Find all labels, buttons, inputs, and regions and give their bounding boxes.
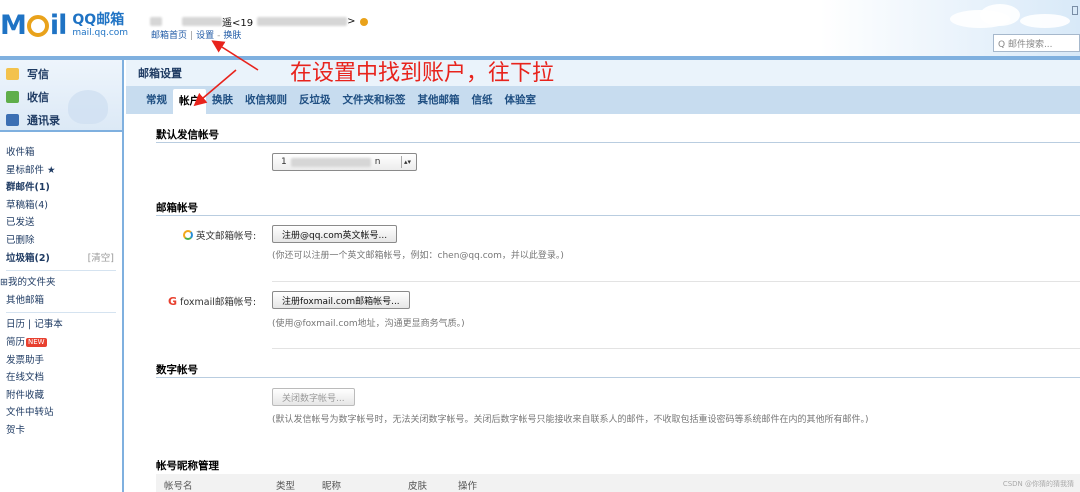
left-sidebar: 写信 收信 通讯录 收件箱 星标邮件 ★ 群邮件(1) 草稿箱(4) 已发送 已…: [0, 60, 124, 492]
folder-list: 收件箱 星标邮件 ★ 群邮件(1) 草稿箱(4) 已发送 已删除 垃圾箱(2) …: [0, 144, 122, 440]
col-skin: 皮肤: [408, 481, 428, 492]
col-nickname: 昵称: [322, 481, 342, 492]
tab-rules[interactable]: 收信规则: [239, 89, 293, 111]
contacts-button[interactable]: 通讯录: [6, 112, 60, 128]
tab-other-mailboxes[interactable]: 其他邮箱: [412, 89, 466, 111]
english-account-hint: (你还可以注册一个英文邮箱帐号，例如：chen@qq.com，并以此登录。): [272, 251, 564, 261]
tool-docs[interactable]: 在线文档: [0, 369, 122, 387]
tab-antispam[interactable]: 反垃圾: [293, 89, 337, 111]
folder-group[interactable]: 群邮件(1): [0, 179, 122, 197]
nickname-title: 帐号昵称管理: [156, 460, 219, 472]
annotation-text: 在设置中找到账户，往下拉: [290, 61, 555, 86]
qq-circle-icon: [183, 230, 193, 240]
receive-icon: [6, 91, 19, 103]
folder-inbox[interactable]: 收件箱: [0, 144, 122, 162]
close-digital-account-button[interactable]: 关闭数字帐号...: [272, 388, 355, 406]
tool-resume[interactable]: 简历 NEW: [0, 334, 122, 352]
mailbox-accounts-title: 邮箱帐号: [156, 202, 198, 214]
new-badge: NEW: [26, 337, 47, 347]
tab-stationery[interactable]: 信纸: [466, 89, 499, 111]
settings-panel: 邮箱设置 常规 帐户 换肤 收信规则 反垃圾 文件夹和标签 其他邮箱 信纸 体验…: [126, 60, 1080, 492]
compose-button[interactable]: 写信: [6, 66, 49, 82]
logo-domain: mail.qq.com: [72, 27, 129, 38]
top-header: Mil QQ邮箱 mail.qq.com 遥<19 > 邮箱首页 | 设置 - 换肤 Q…: [0, 0, 1080, 56]
col-type: 类型: [276, 481, 296, 492]
english-account-label: 英文邮箱帐号:: [183, 228, 256, 242]
foxmail-hint: (使用@foxmail.com地址，沟通更显商务气质。): [272, 319, 465, 329]
user-email-end: >: [347, 16, 356, 27]
folder-starred[interactable]: 星标邮件 ★: [0, 162, 122, 180]
tab-general[interactable]: 常规: [140, 89, 173, 111]
skin-link[interactable]: 换肤: [223, 31, 241, 41]
col-actions: 操作: [458, 481, 478, 492]
settings-link[interactable]: 设置: [196, 31, 214, 41]
watermark: CSDN @你猜的猜我猜: [1002, 480, 1074, 488]
tab-lab[interactable]: 体验室: [499, 89, 543, 111]
digital-account-hint: (默认发信帐号为数字帐号时，无法关闭数字帐号。关闭后数字帐号只能接收来自联系人的…: [272, 415, 869, 425]
mail-search-input[interactable]: Q 邮件搜索...: [993, 34, 1080, 52]
user-name-suffix: 遥<19: [222, 18, 254, 29]
user-identity: 遥<19 >: [150, 14, 368, 29]
default-sender-select[interactable]: 1 n ▴▾: [272, 153, 417, 171]
tab-folders-labels[interactable]: 文件夹和标签: [337, 89, 412, 111]
folder-sent[interactable]: 已发送: [0, 214, 122, 232]
tool-attachments[interactable]: 附件收藏: [0, 387, 122, 405]
digital-account-title: 数字帐号: [156, 364, 198, 376]
col-account-name: 帐号名: [164, 481, 193, 492]
compose-icon: [6, 68, 19, 80]
nickname-table-header: 帐号名 类型 昵称 皮肤 操作: [156, 474, 1080, 492]
my-folders[interactable]: ⊞我的文件夹: [0, 274, 122, 292]
foxmail-icon: G: [168, 294, 178, 308]
foxmail-account-label: G foxmail邮箱帐号:: [168, 294, 257, 309]
receive-button[interactable]: 收信: [6, 89, 49, 105]
action-box: 写信 收信 通讯录: [0, 60, 122, 132]
qq-mail-logo[interactable]: Mil QQ邮箱 mail.qq.com: [0, 9, 129, 41]
page-title: 邮箱设置: [126, 60, 1080, 86]
folder-deleted[interactable]: 已删除: [0, 232, 122, 250]
header-links: 邮箱首页 | 设置 - 换肤: [151, 31, 242, 41]
home-link[interactable]: 邮箱首页: [151, 31, 187, 41]
mascot-icon: [68, 90, 108, 124]
register-english-account-button[interactable]: 注册@qq.com英文帐号...: [272, 225, 398, 243]
chevron-down-icon: ▴▾: [401, 156, 413, 168]
tool-cards[interactable]: 贺卡: [0, 422, 122, 440]
warning-icon[interactable]: [359, 17, 368, 26]
clear-spam-link[interactable]: [清空]: [88, 250, 114, 268]
contacts-icon: [6, 114, 19, 126]
logo-qq-text: QQ邮箱: [72, 11, 125, 28]
settings-tabs: 常规 帐户 换肤 收信规则 反垃圾 文件夹和标签 其他邮箱 信纸 体验室: [126, 86, 1080, 114]
folder-drafts[interactable]: 草稿箱(4): [0, 197, 122, 215]
window-icon[interactable]: [1072, 6, 1078, 15]
register-foxmail-button[interactable]: 注册foxmail.com邮箱帐号...: [272, 291, 410, 309]
calendar-notes[interactable]: 日历 | 记事本: [0, 316, 122, 334]
logo-mail-text: Mil: [0, 9, 67, 41]
default-sender-title: 默认发信帐号: [156, 129, 219, 141]
tab-skin[interactable]: 换肤: [206, 89, 239, 111]
other-mailboxes[interactable]: 其他邮箱: [0, 292, 122, 310]
tab-account[interactable]: 帐户: [173, 89, 206, 114]
folder-spam[interactable]: 垃圾箱(2) [清空]: [0, 250, 122, 268]
tool-file-transfer[interactable]: 文件中转站: [0, 404, 122, 422]
tool-invoice[interactable]: 发票助手: [0, 352, 122, 370]
